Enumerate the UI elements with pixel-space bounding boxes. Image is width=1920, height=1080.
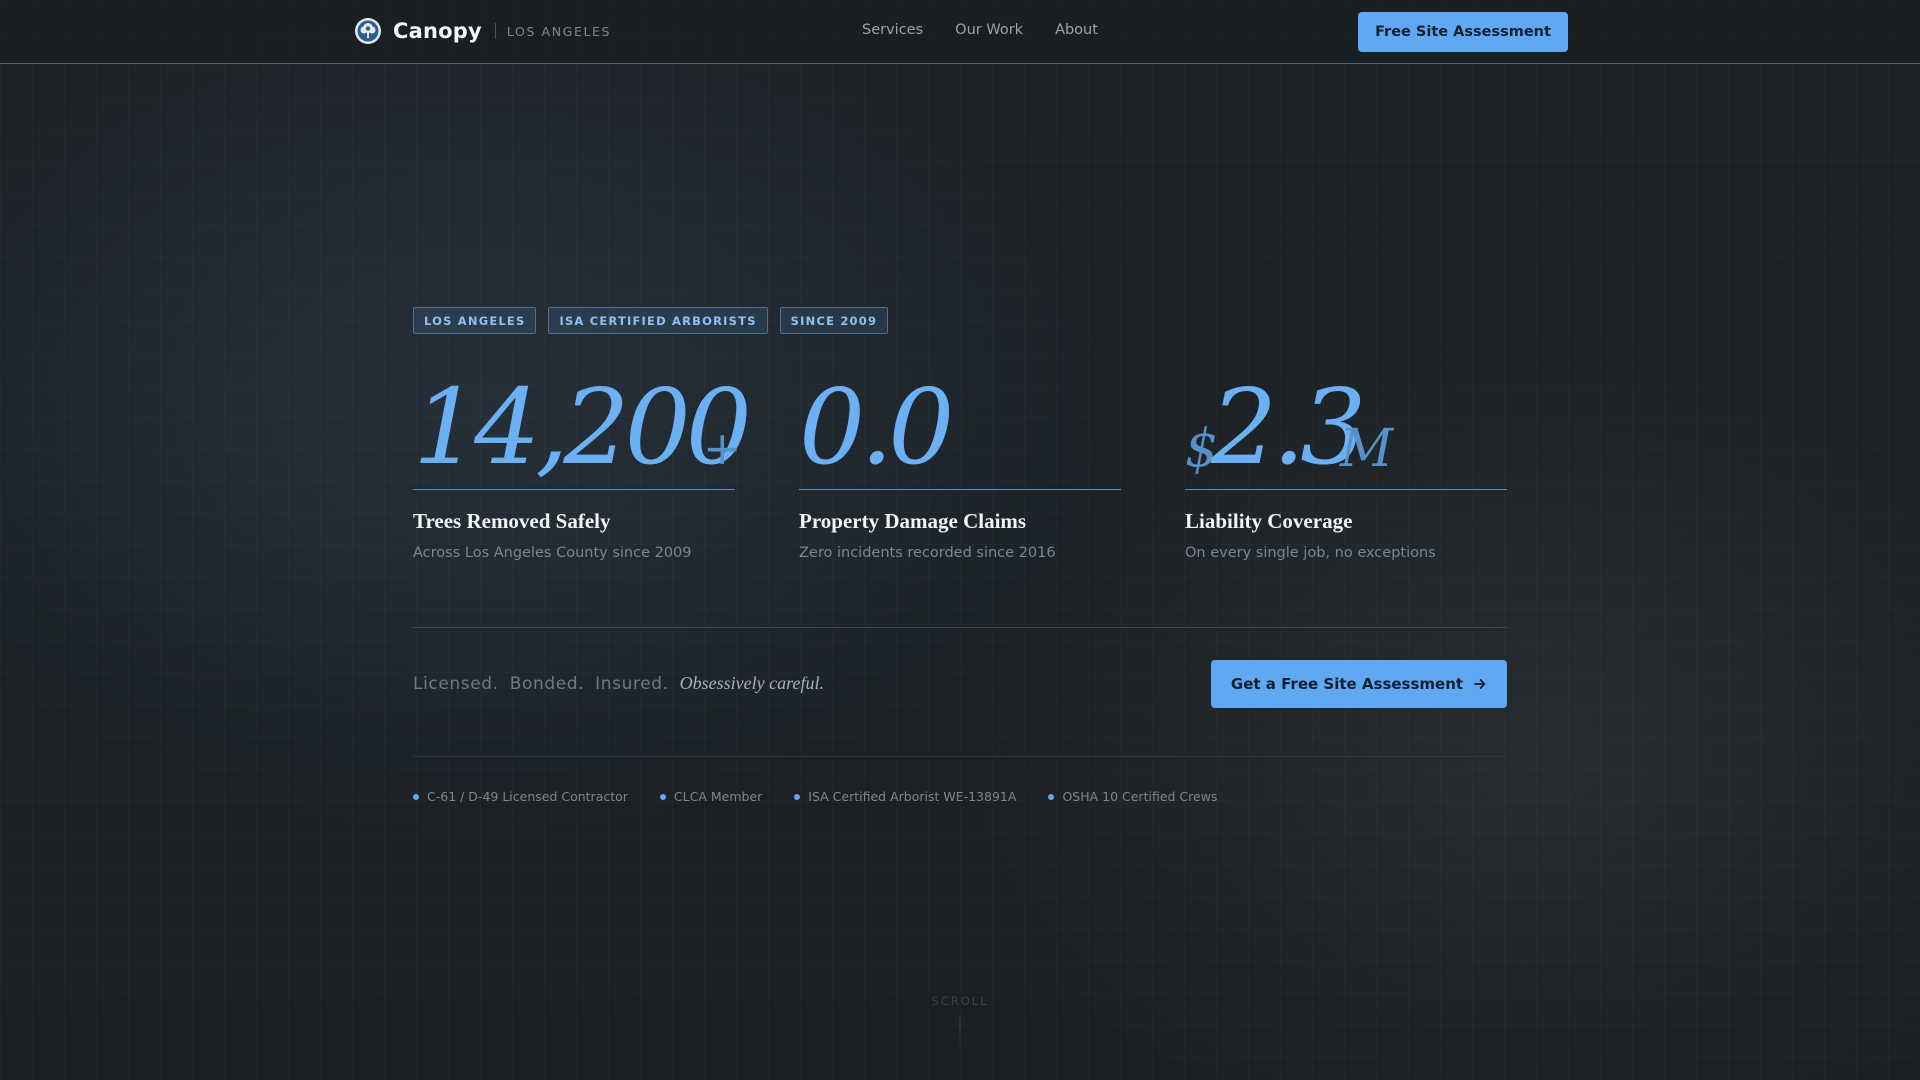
scroll-line — [959, 1016, 961, 1056]
stat-number: 14,200 — [413, 366, 752, 488]
badge-since: SINCE 2009 — [779, 307, 889, 334]
stat-value: 0.0 — [799, 371, 1121, 490]
scroll-label: SCROLL — [931, 994, 989, 1008]
bullet-dot-icon — [794, 793, 801, 800]
bullet-dot-icon — [413, 793, 419, 800]
tagline-word: Bonded. — [509, 674, 585, 694]
credential-label: OSHA 10 Certified Crews — [1062, 789, 1218, 804]
credential-label: CLCA Member — [673, 789, 763, 804]
tagline-word: Insured. — [595, 674, 669, 694]
stat-subtitle: On every single job, no exceptions — [1185, 545, 1436, 561]
section-divider — [413, 627, 1507, 628]
stat-liability-coverage: $ 2.3 M Liability Coverage On every sing… — [1185, 371, 1507, 561]
tree-logo-icon — [355, 18, 381, 44]
tagline-emphasis: Obsessively careful. — [679, 673, 824, 693]
stat-suffix: M — [1340, 419, 1394, 479]
stat-value: 14,200 + — [413, 371, 752, 490]
brand-city: LOS ANGELES — [506, 23, 612, 39]
stat-number: 2.3 — [1211, 366, 1366, 488]
brand-name: Canopy — [393, 19, 482, 43]
credential-label: ISA Certified Arborist WE-13891A — [808, 789, 1017, 804]
tagline-word: Licensed. — [413, 674, 499, 694]
section-divider — [413, 756, 1507, 757]
nav-link-about[interactable]: About — [1055, 22, 1098, 38]
credential-item: CLCA Member — [659, 789, 763, 804]
get-free-site-assessment-button[interactable]: Get a Free Site Assessment — [1211, 660, 1507, 708]
bullet-dot-icon — [659, 793, 666, 800]
tagline: Licensed. Bonded. Insured. Obsessively c… — [413, 673, 824, 694]
nav-links: Services Our Work About — [862, 22, 1098, 38]
nav-link-our-work[interactable]: Our Work — [955, 22, 1023, 38]
nav-link-services[interactable]: Services — [862, 22, 923, 38]
free-site-assessment-button[interactable]: Free Site Assessment — [1358, 12, 1568, 52]
badge-location: LOS ANGELES — [413, 307, 537, 334]
credential-label: C-61 / D-49 Licensed Contractor — [427, 789, 628, 804]
stat-suffix: + — [703, 421, 742, 475]
badge-certification: ISA CERTIFIED ARBORISTS — [548, 307, 768, 334]
credentials-list: C-61 / D-49 Licensed Contractor CLCA Mem… — [413, 789, 1217, 804]
credential-item: C-61 / D-49 Licensed Contractor — [413, 789, 628, 804]
stat-title: Trees Removed Safely — [413, 509, 611, 533]
scroll-indicator[interactable]: SCROLL — [931, 994, 988, 1056]
stat-trees-removed: 14,200 + Trees Removed Safely Across Los… — [413, 371, 752, 561]
credential-item: OSHA 10 Certified Crews — [1048, 789, 1217, 804]
cta-label: Get a Free Site Assessment — [1230, 675, 1464, 693]
stat-number: 0.0 — [799, 366, 954, 488]
credential-item: ISA Certified Arborist WE-13891A — [794, 789, 1016, 804]
brand[interactable]: Canopy LOS ANGELES — [354, 17, 611, 45]
bullet-dot-icon — [1048, 793, 1055, 800]
stat-damage-claims: 0.0 Property Damage Claims Zero incident… — [799, 371, 1121, 561]
stat-subtitle: Zero incidents recorded since 2016 — [799, 545, 1056, 561]
stat-value: $ 2.3 M — [1185, 371, 1507, 490]
stat-subtitle: Across Los Angeles County since 2009 — [413, 545, 692, 561]
stat-title: Liability Coverage — [1185, 509, 1353, 533]
badge-row: LOS ANGELES ISA CERTIFIED ARBORISTS SINC… — [413, 307, 889, 334]
top-nav: Canopy LOS ANGELES Services Our Work Abo… — [0, 0, 1920, 64]
stat-title: Property Damage Claims — [799, 509, 1027, 533]
arrow-right-icon — [1474, 679, 1486, 689]
brand-divider — [494, 23, 496, 39]
